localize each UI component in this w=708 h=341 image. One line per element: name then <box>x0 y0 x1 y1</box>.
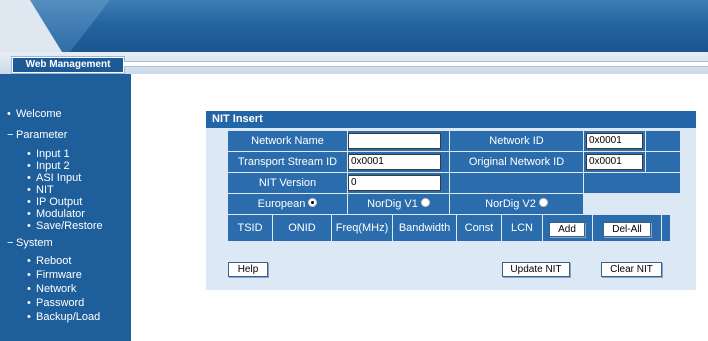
sidebar-item-firmware[interactable]: • Firmware <box>27 269 82 281</box>
sidebar-item-modulator[interactable]: • Modulator <box>27 208 85 220</box>
title-band: Web Management <box>0 52 708 74</box>
mode-label: European <box>257 198 306 210</box>
help-button[interactable]: Help <box>228 262 268 277</box>
column-header-const: Const <box>457 215 501 241</box>
nit-version-input[interactable]: 0 <box>348 175 441 191</box>
sidebar-item-label: Password <box>36 297 85 309</box>
add-button[interactable]: Add <box>549 222 585 237</box>
bullet-icon: • <box>27 160 31 172</box>
sidebar-item-network[interactable]: • Network <box>27 283 76 295</box>
bullet-icon: • <box>27 269 31 281</box>
radio-selected-icon[interactable] <box>308 198 318 207</box>
network-id-label: Network ID <box>450 131 583 151</box>
del-all-button[interactable]: Del-All <box>603 222 651 237</box>
empty-cell <box>450 173 583 193</box>
sidebar-item-label: ASI Input <box>36 172 82 184</box>
mode-european[interactable]: European <box>228 194 347 214</box>
empty-cell <box>584 173 680 193</box>
sidebar-item-input-1[interactable]: • Input 1 <box>27 148 70 160</box>
bullet-icon: • <box>27 196 31 208</box>
sidebar-item-label: Modulator <box>36 208 85 220</box>
column-header-tsid: TSID <box>228 215 272 241</box>
mode-label: NorDig V2 <box>485 198 536 210</box>
original-network-id-input[interactable]: 0x0001 <box>586 154 643 170</box>
sidebar-item-welcome[interactable]: • Welcome <box>7 108 62 121</box>
bullet-icon: • <box>27 311 31 323</box>
header-banner <box>0 0 708 52</box>
mode-label: NorDig V1 <box>367 198 418 210</box>
original-network-id-label: Original Network ID <box>450 152 583 172</box>
row-pad <box>662 215 670 241</box>
nit-version-label: NIT Version <box>228 173 347 193</box>
column-header-onid: ONID <box>273 215 331 241</box>
radio-icon[interactable] <box>538 198 548 207</box>
bullet-icon: • <box>7 108 11 120</box>
minus-icon: − <box>7 129 14 141</box>
bullet-icon: • <box>27 283 31 295</box>
bullet-icon: • <box>27 184 31 196</box>
network-name-input[interactable] <box>348 133 441 149</box>
sidebar-section-system[interactable]: − System <box>7 237 53 250</box>
sidebar-section-label: System <box>16 237 53 249</box>
sidebar-item-label: NIT <box>36 184 54 196</box>
sidebar-item-asi-input[interactable]: • ASI Input <box>27 172 81 184</box>
sidebar-item-label: Firmware <box>36 269 82 281</box>
panel-title: NIT Insert <box>206 111 696 128</box>
bullet-icon: • <box>27 148 31 160</box>
sidebar-item-nit[interactable]: • NIT <box>27 184 54 196</box>
sidebar-item-label: Save/Restore <box>36 220 103 232</box>
sidebar-item-label: Welcome <box>16 108 62 120</box>
sidebar-item-label: Input 1 <box>36 148 70 160</box>
sidebar-item-label: IP Output <box>36 196 83 208</box>
bullet-icon: • <box>27 172 31 184</box>
sidebar: • Welcome − Parameter • Input 1 • Input 2 • A… <box>0 74 131 341</box>
sidebar-item-password[interactable]: • Password <box>27 297 84 309</box>
update-nit-button[interactable]: Update NIT <box>502 262 570 277</box>
minus-icon: − <box>7 237 14 249</box>
mode-nordig-v2[interactable]: NorDig V2 <box>450 194 583 214</box>
sidebar-item-input-2[interactable]: • Input 2 <box>27 160 70 172</box>
transport-stream-id-input[interactable]: 0x0001 <box>348 154 441 170</box>
clear-nit-button[interactable]: Clear NIT <box>601 262 662 277</box>
network-name-label: Network Name <box>228 131 347 151</box>
sidebar-item-ip-output[interactable]: • IP Output <box>27 196 82 208</box>
band-divider <box>124 61 708 67</box>
transport-stream-id-label: Transport Stream ID <box>228 152 347 172</box>
sidebar-item-backup-load[interactable]: • Backup/Load <box>27 311 100 323</box>
sidebar-section-label: Parameter <box>16 129 68 141</box>
web-management-tab[interactable]: Web Management <box>12 57 124 73</box>
column-header-lcn: LCN <box>502 215 542 241</box>
sidebar-item-label: Backup/Load <box>36 311 101 323</box>
row-pad <box>646 131 680 151</box>
nit-insert-panel: NIT Insert Network Name Network ID 0x000… <box>206 111 696 290</box>
sidebar-item-save-restore[interactable]: • Save/Restore <box>27 220 103 232</box>
sidebar-item-reboot[interactable]: • Reboot <box>27 255 71 267</box>
bullet-icon: • <box>27 220 31 232</box>
mode-nordig-v1[interactable]: NorDig V1 <box>348 194 449 214</box>
bullet-icon: • <box>27 297 31 309</box>
column-header-freq: Freq(MHz) <box>332 215 392 241</box>
sidebar-section-parameter[interactable]: − Parameter <box>7 129 67 142</box>
radio-icon[interactable] <box>420 198 430 207</box>
bullet-icon: • <box>27 208 31 220</box>
row-pad <box>646 152 680 172</box>
sidebar-item-label: Input 2 <box>36 160 70 172</box>
network-id-input[interactable]: 0x0001 <box>586 133 643 149</box>
sidebar-item-label: Network <box>36 283 77 295</box>
column-header-bandwidth: Bandwidth <box>393 215 456 241</box>
bullet-icon: • <box>27 255 31 267</box>
sidebar-item-label: Reboot <box>36 255 72 267</box>
